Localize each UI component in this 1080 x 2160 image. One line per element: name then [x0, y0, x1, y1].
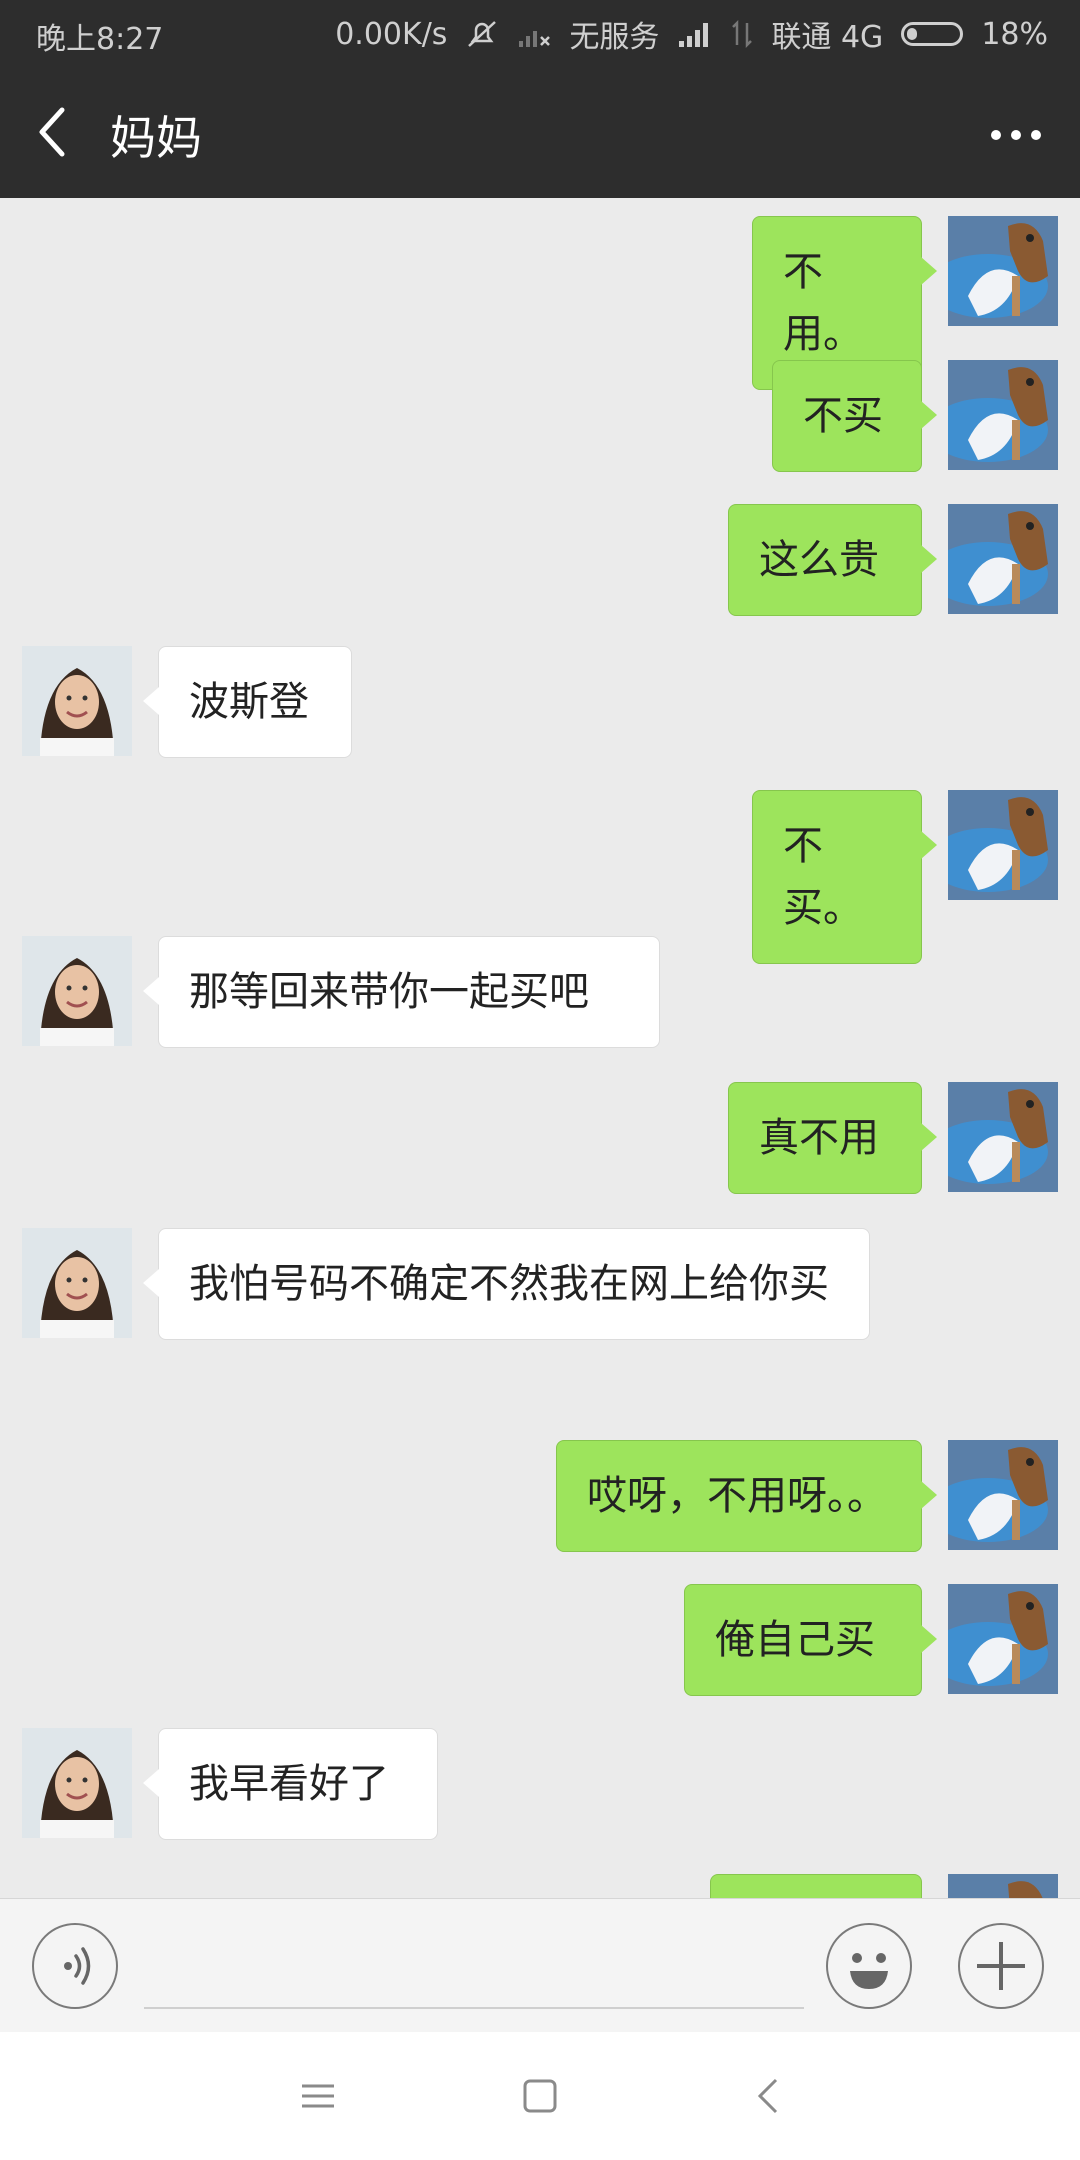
my-avatar[interactable] — [948, 1440, 1058, 1550]
no-service-label: 无服务 — [569, 20, 660, 55]
menu-icon[interactable] — [296, 2074, 340, 2118]
battery-icon — [901, 22, 964, 46]
emoji-button[interactable] — [826, 1923, 912, 2009]
input-bar — [0, 1898, 1080, 2033]
my-avatar[interactable] — [948, 1874, 1058, 1898]
contact-avatar[interactable] — [22, 1228, 132, 1338]
home-icon[interactable] — [518, 2074, 562, 2118]
emoji-icon — [850, 1953, 888, 1989]
message-input[interactable] — [144, 2007, 804, 2009]
contact-avatar[interactable] — [22, 936, 132, 1046]
net-speed: 0.00K/s — [335, 16, 448, 52]
more-actions-button[interactable] — [958, 1923, 1044, 2009]
status-indicators: 0.00K/s 无服务 联通 4G 18% — [335, 12, 1048, 56]
chat-title: 妈妈 — [110, 111, 202, 165]
status-time: 晚上8:27 — [36, 22, 164, 57]
my-avatar[interactable] — [948, 1082, 1058, 1192]
battery-percent: 18% — [981, 16, 1048, 52]
battery-level — [907, 28, 918, 40]
contact-avatar[interactable] — [22, 646, 132, 756]
status-bar: 晚上8:27 0.00K/s 无服务 联通 4G 18% — [0, 0, 1080, 64]
back-icon[interactable] — [30, 104, 80, 160]
message-bubble[interactable]: 波斯登 — [143, 646, 352, 758]
message-list[interactable]: 不用。 不买 这么贵 波斯登 不买。 那等回来带你一起买吧 真不用 我怕号码不确… — [0, 198, 1080, 1898]
message-bubble[interactable]: 不买。 — [752, 790, 937, 964]
system-nav-bar — [0, 2032, 1080, 2160]
plus-icon — [977, 1942, 1025, 1990]
contact-avatar[interactable] — [22, 1728, 132, 1838]
message-bubble[interactable]: 我早看好了 — [143, 1728, 438, 1840]
signal-icon — [677, 19, 713, 49]
message-bubble[interactable]: 那等回来带你一起买吧 — [143, 936, 660, 1048]
mute-alarm-icon — [465, 19, 499, 49]
my-avatar[interactable] — [948, 360, 1058, 470]
message-bubble-partial[interactable] — [710, 1874, 922, 1898]
data-transfer-icon — [731, 19, 753, 49]
more-options-icon[interactable] — [988, 120, 1044, 150]
message-bubble[interactable]: 我怕号码不确定不然我在网上给你买 — [143, 1228, 870, 1340]
message-bubble[interactable]: 俺自己买 — [684, 1584, 937, 1696]
message-bubble[interactable]: 不买 — [772, 360, 937, 472]
carrier-label: 联通 4G — [771, 20, 884, 55]
nav-back-icon[interactable] — [748, 2074, 792, 2118]
voice-icon — [64, 1947, 91, 1985]
voice-input-button[interactable] — [32, 1923, 118, 2009]
message-bubble[interactable]: 哎呀，不用呀。。 — [556, 1440, 937, 1552]
message-bubble[interactable]: 真不用 — [728, 1082, 937, 1194]
my-avatar[interactable] — [948, 790, 1058, 900]
no-signal-icon — [517, 19, 551, 49]
my-avatar[interactable] — [948, 1584, 1058, 1694]
my-avatar[interactable] — [948, 216, 1058, 326]
chat-header: 妈妈 — [0, 64, 1080, 198]
my-avatar[interactable] — [948, 504, 1058, 614]
message-bubble[interactable]: 这么贵 — [728, 504, 937, 616]
